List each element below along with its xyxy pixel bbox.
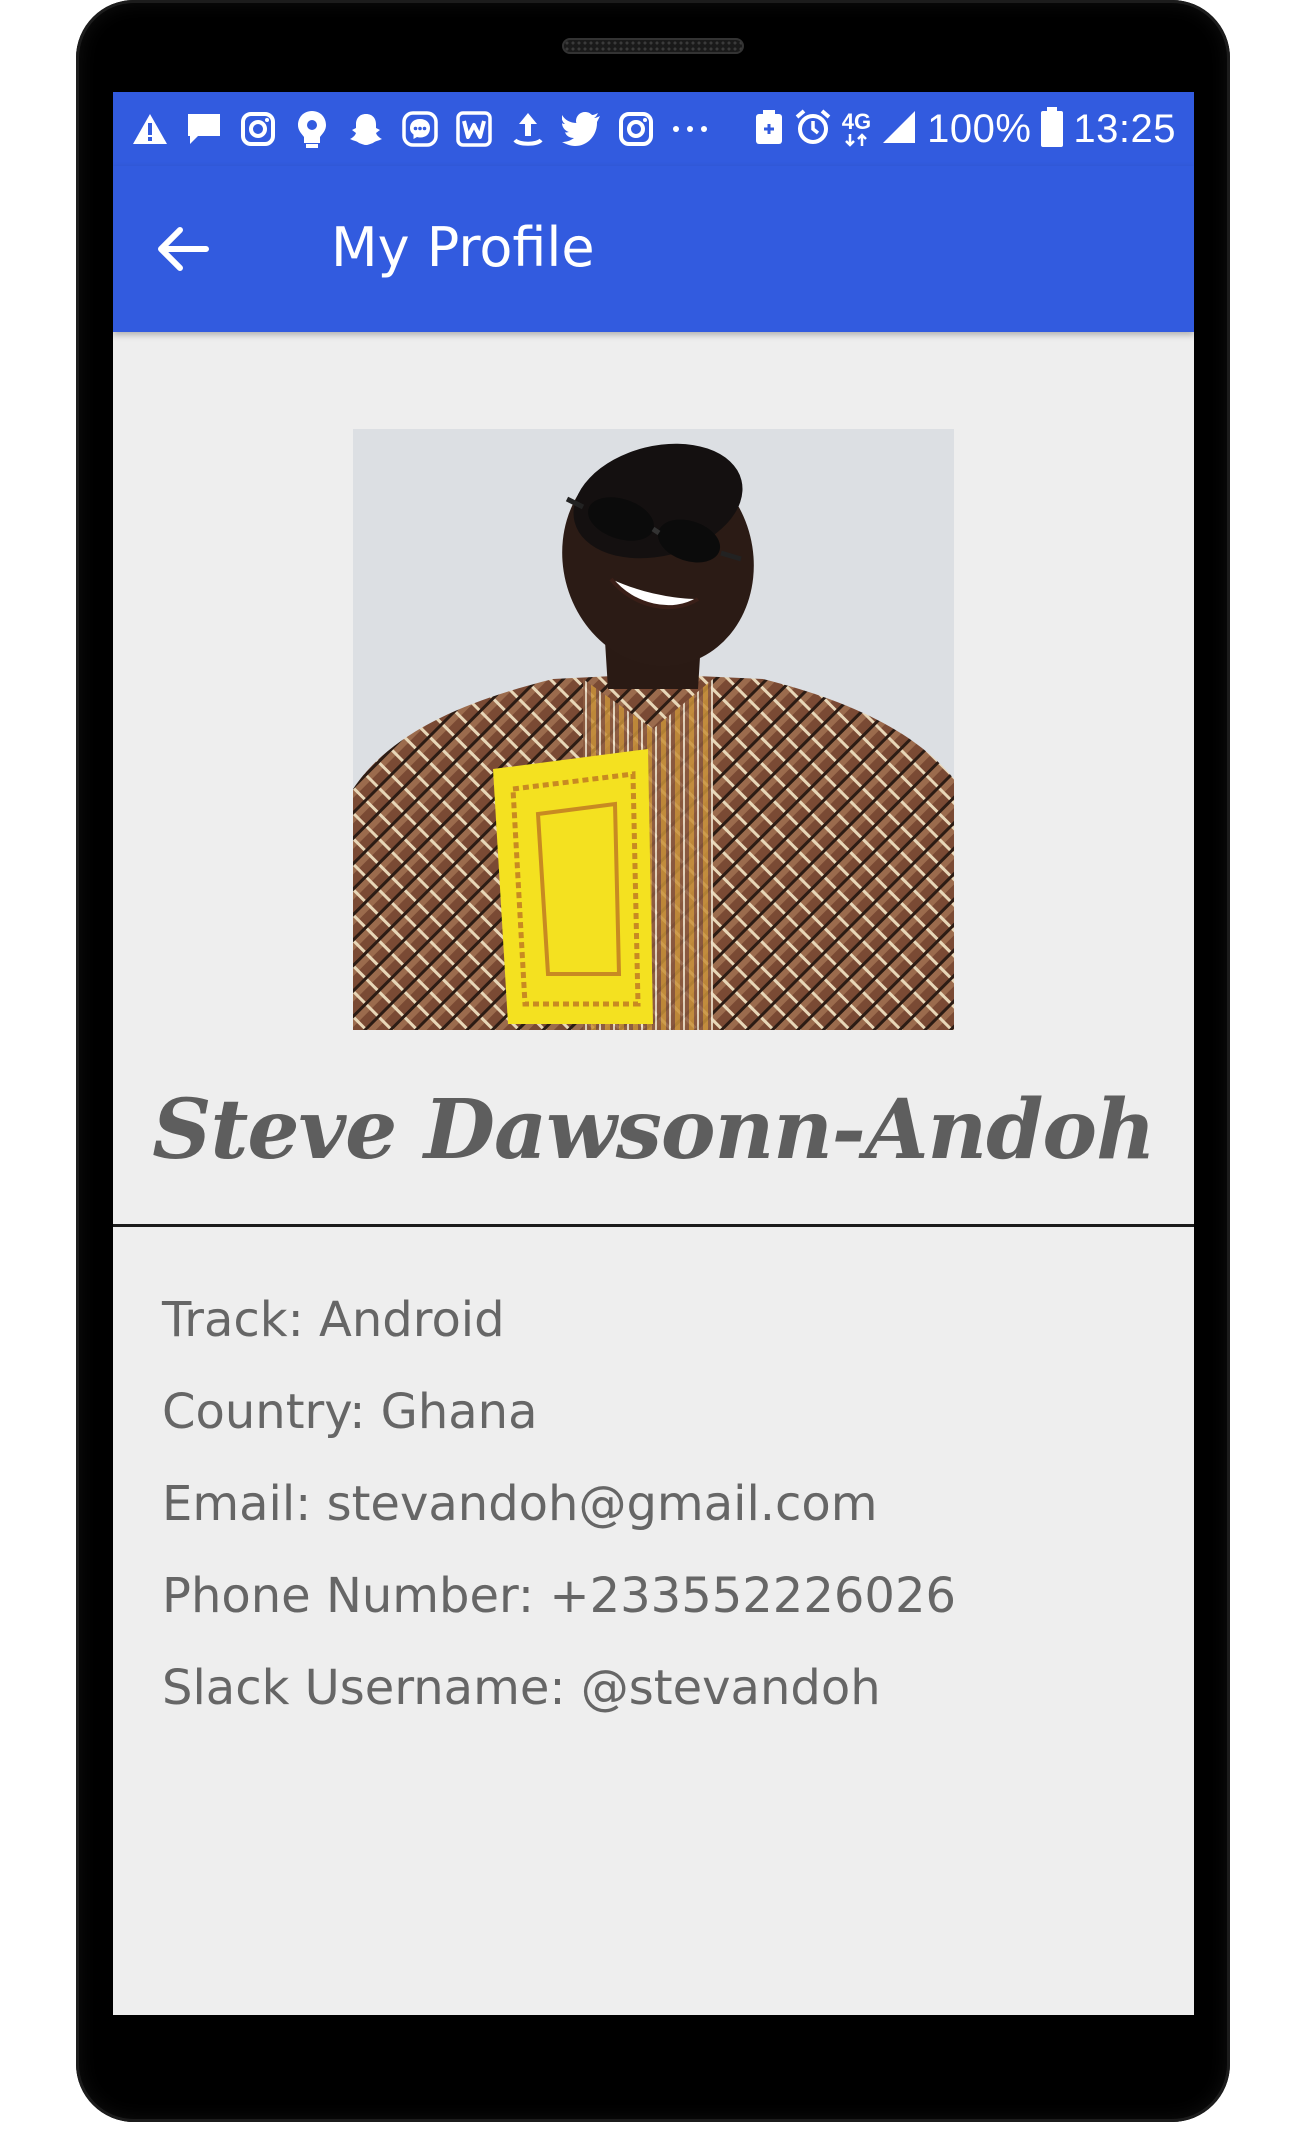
- snapchat-icon: [345, 108, 387, 150]
- back-button[interactable]: [153, 219, 213, 279]
- earpiece-speaker: [562, 38, 744, 54]
- twitter-icon: [561, 108, 603, 150]
- instagram-icon: [615, 108, 657, 150]
- arrow-left-icon: [158, 227, 209, 271]
- phone-number-text: Phone Number: +233552226026: [162, 1568, 957, 1624]
- slack-username-text: Slack Username: @stevandoh: [162, 1660, 881, 1716]
- toolbar: My Profile: [113, 166, 1194, 332]
- page-title: My Profile: [331, 216, 595, 279]
- upload-icon: [507, 108, 549, 150]
- instagram-icon: [237, 108, 279, 150]
- warning-icon: [129, 108, 171, 150]
- lightbulb-icon: [291, 108, 333, 150]
- profile-name: Steve Dawsonn-Andoh: [152, 1082, 1155, 1178]
- profile-details: Track: Android Country: Ghana Email: ste…: [162, 1274, 1162, 1734]
- app-screen: 4G 100% 13:25 My Profile Steve Dawsonn-A…: [113, 92, 1194, 2015]
- battery-percent: 100%: [927, 106, 1032, 151]
- track-text: Track: Android: [162, 1292, 505, 1348]
- system-status: 4G 100% 13:25: [754, 102, 1176, 156]
- network-4g-icon: 4G: [842, 111, 871, 147]
- divider: [113, 1224, 1194, 1227]
- messenger-icon: [399, 108, 441, 150]
- battery-icon: [1041, 107, 1064, 151]
- battery-saver-icon: [754, 109, 784, 149]
- message-icon: [183, 108, 225, 150]
- email-text: Email: stevandoh@gmail.com: [162, 1476, 878, 1532]
- country-text: Country: Ghana: [162, 1384, 538, 1440]
- word-icon: [453, 108, 495, 150]
- alarm-icon: [794, 108, 832, 150]
- profile-photo: [353, 429, 954, 1030]
- signal-icon: [881, 109, 917, 149]
- status-bar: 4G 100% 13:25: [113, 92, 1194, 166]
- notification-icons: [129, 106, 711, 152]
- clock: 13:25: [1073, 106, 1176, 151]
- more-icon: [669, 108, 711, 150]
- network-type-label: 4G: [841, 109, 872, 134]
